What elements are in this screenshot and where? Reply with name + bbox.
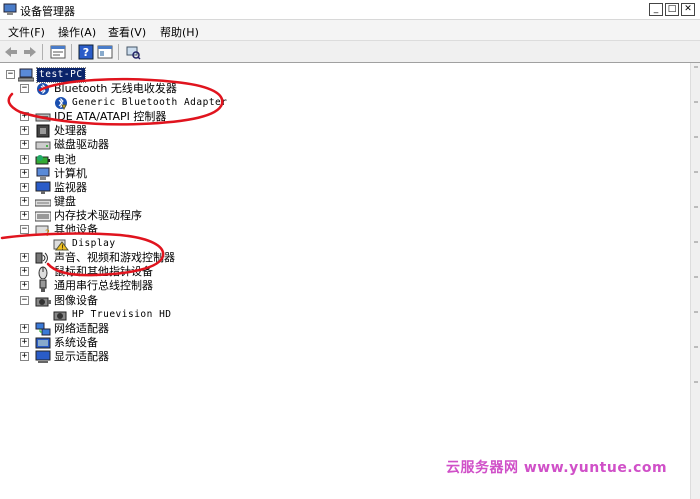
tree-node-label: 磁盘驱动器 — [54, 138, 109, 152]
scrollbar-tick — [694, 311, 698, 313]
help-icon[interactable]: ? — [78, 44, 94, 60]
tree-node-label: Bluetooth 无线电收发器 — [54, 82, 177, 95]
svg-text:!: ! — [61, 244, 64, 252]
display-icon — [35, 350, 51, 363]
forward-icon[interactable] — [22, 44, 38, 60]
cpu-icon — [36, 124, 50, 138]
bluetooth-icon — [37, 83, 49, 95]
title-bar: 设备管理器 _ □ ✕ — [0, 0, 700, 20]
warn-device-icon: ! — [53, 239, 69, 252]
scrollbar-tick — [694, 206, 698, 208]
tree-node-label: 鼠标和其他指针设备 — [54, 265, 153, 279]
scrollbar-tick — [694, 66, 698, 68]
expand-toggle[interactable]: + — [20, 210, 29, 220]
expand-toggle[interactable]: + — [20, 140, 29, 150]
tree-node-label: 图像设备 — [54, 293, 98, 307]
scrollbar-tick — [694, 381, 698, 383]
tree-node-label: 系统设备 — [54, 335, 98, 349]
memory-icon — [35, 211, 51, 222]
tree-node-label: 通用串行总线控制器 — [54, 279, 153, 293]
tree-node-label: 网络适配器 — [54, 321, 109, 335]
tree-node-label: Generic Bluetooth Adapter — [72, 97, 228, 109]
watermark-text: 云服务器网 www.yuntue.com — [446, 460, 668, 476]
collapse-toggle[interactable]: − — [6, 70, 15, 79]
tree-node-label: IDE ATA/ATAPI 控制器 — [54, 110, 167, 124]
scan-hardware-icon[interactable] — [125, 44, 141, 60]
mouse-icon — [38, 266, 48, 280]
camera-icon — [35, 297, 51, 306]
tree-node-label: 电池 — [54, 152, 76, 166]
view-icon[interactable] — [97, 44, 113, 60]
svg-text:?: ? — [83, 46, 89, 59]
toolbar-separator — [118, 44, 119, 60]
expand-toggle[interactable]: + — [20, 168, 29, 178]
expand-toggle[interactable]: − — [20, 84, 29, 93]
device-manager-icon — [3, 3, 17, 15]
expand-toggle[interactable]: + — [20, 281, 29, 291]
tree-node-label: 处理器 — [54, 124, 87, 138]
menu-view[interactable]: 查看(V) — [108, 24, 146, 40]
tree-node-label: 显示适配器 — [54, 349, 109, 363]
tree-node-label: 键盘 — [54, 194, 76, 208]
computer-icon — [36, 167, 50, 180]
expand-toggle[interactable]: + — [20, 337, 29, 347]
scrollbar-tick — [694, 171, 698, 173]
window-title: 设备管理器 — [20, 5, 75, 18]
close-button[interactable]: ✕ — [681, 3, 695, 16]
tree-node-label: Display — [72, 238, 116, 250]
toolbar-separator — [42, 44, 43, 60]
expand-toggle[interactable]: + — [20, 154, 29, 164]
tree-node-label: 计算机 — [54, 166, 87, 180]
device-tree: − test-PC − Bluetooth 无线电收发器 Generic Bluet… — [0, 63, 690, 499]
expand-toggle[interactable]: − — [20, 225, 29, 234]
computer-icon — [18, 68, 34, 82]
other-icon: ? — [35, 225, 50, 237]
scrollbar-tick — [694, 241, 698, 243]
scrollbar-tick — [694, 136, 698, 138]
tree-node-label: 声音、视频和游戏控制器 — [54, 251, 175, 265]
toolbar-separator — [71, 44, 72, 60]
system-icon — [35, 337, 51, 349]
expand-toggle[interactable]: + — [20, 196, 29, 206]
scrollbar-tick — [694, 101, 698, 103]
expand-toggle[interactable]: + — [20, 112, 29, 122]
expand-toggle[interactable]: + — [20, 126, 29, 136]
scrollbar-tick — [694, 346, 698, 348]
menu-action[interactable]: 操作(A) — [58, 24, 96, 40]
tree-node-label: 监视器 — [54, 180, 87, 194]
minimize-button[interactable]: _ — [649, 3, 663, 16]
maximize-button[interactable]: □ — [665, 3, 679, 16]
network-icon — [35, 322, 51, 336]
expand-toggle[interactable]: + — [20, 182, 29, 192]
keyboard-icon — [35, 199, 51, 207]
tree-node-label: HP Truevision HD — [72, 308, 172, 320]
computer-name: test-PC — [36, 67, 86, 83]
tree-node-label: 内存技术驱动程序 — [54, 208, 142, 222]
vertical-scrollbar[interactable] — [690, 63, 700, 499]
disk-icon — [35, 141, 51, 150]
expand-toggle[interactable]: − — [20, 295, 29, 305]
scrollbar-tick — [694, 276, 698, 278]
menu-help[interactable]: 帮助(H) — [160, 24, 199, 40]
back-icon[interactable] — [3, 44, 19, 60]
expand-toggle[interactable]: + — [20, 267, 29, 277]
tree-node-label: 其他设备 — [54, 223, 98, 236]
bt-device-icon — [55, 97, 67, 111]
expand-toggle[interactable]: + — [20, 323, 29, 333]
usb-icon — [39, 279, 47, 293]
ide-icon — [35, 113, 51, 122]
sound-icon — [35, 252, 48, 264]
toolbar: ? — [0, 41, 700, 63]
menu-file[interactable]: 文件(F) — [8, 24, 45, 40]
webcam-icon — [53, 311, 67, 321]
battery-icon — [35, 154, 50, 164]
svg-text:?: ? — [45, 229, 50, 237]
expand-toggle[interactable]: + — [20, 351, 29, 361]
menu-bar: 文件(F) 操作(A) 查看(V) 帮助(H) — [0, 20, 700, 41]
expand-toggle[interactable]: + — [20, 253, 29, 263]
monitor-icon — [35, 181, 51, 194]
properties-icon[interactable] — [50, 44, 66, 60]
